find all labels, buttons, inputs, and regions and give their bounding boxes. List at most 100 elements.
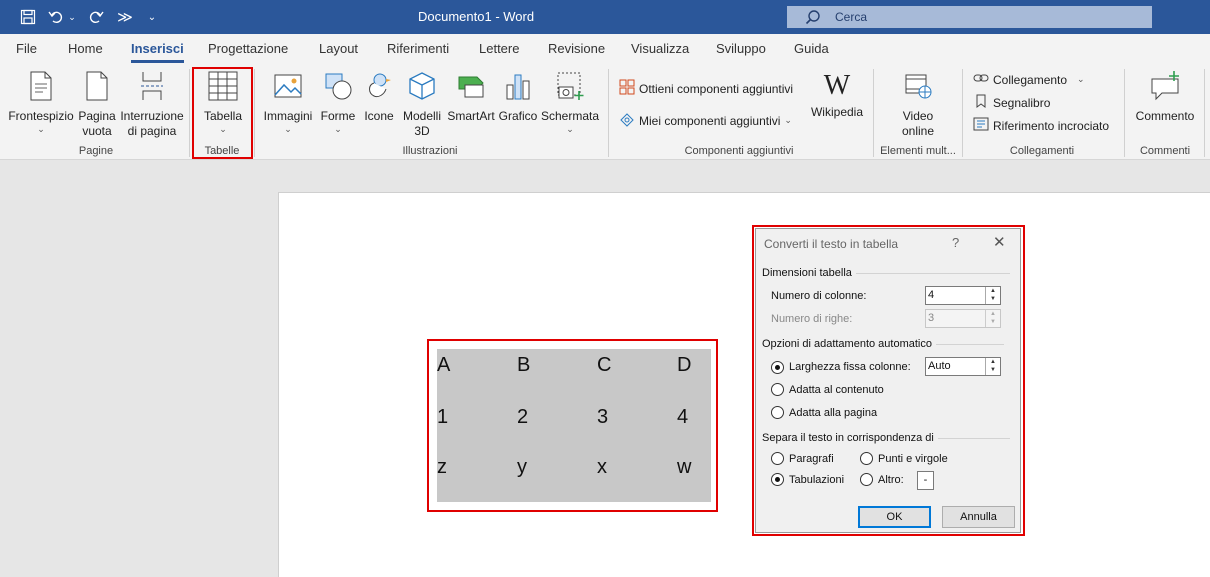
tab-home[interactable]: Home (68, 41, 103, 56)
riferimento-incrociato-button[interactable]: Riferimento incrociato (973, 117, 1109, 134)
ribbon-separator (1124, 69, 1125, 157)
undo-icon[interactable] (46, 7, 66, 27)
shapes-icon (318, 71, 358, 105)
grafico-button[interactable]: Grafico (497, 71, 539, 124)
frontespizio-button[interactable]: Frontespizio ⌄ (8, 71, 74, 134)
document-page[interactable] (278, 192, 1210, 577)
undo-dropdown-icon[interactable]: ⌄ (67, 7, 77, 27)
tab-lettere[interactable]: Lettere (479, 41, 519, 56)
miei-label: Miei componenti aggiuntivi (639, 113, 781, 128)
immagini-label: Immagini (263, 109, 313, 123)
dialog-highlight (752, 225, 1025, 536)
modelli-3d-button[interactable]: Modelli 3D (400, 71, 444, 139)
smartart-icon (446, 71, 496, 105)
group-label-pagine: Pagine (78, 145, 114, 157)
pagina-vuota-button[interactable]: Pagina vuota (78, 71, 116, 139)
collegamento-button[interactable]: Collegamento ⌄ (973, 71, 1085, 88)
modelli-label-2: 3D (414, 124, 430, 138)
ribbon-tabs: File Home Inserisci Progettazione Layout… (0, 34, 1210, 63)
wikipedia-icon: W (823, 70, 851, 101)
ottieni-label: Ottieni componenti aggiuntivi (639, 81, 794, 96)
save-icon[interactable] (18, 7, 38, 27)
screenshot-icon (541, 71, 599, 105)
bird-icon (360, 71, 398, 105)
video-label-2: online (901, 124, 935, 138)
ribbon-separator (608, 69, 609, 157)
tab-file[interactable]: File (16, 41, 37, 56)
blank-page-icon (78, 71, 116, 105)
video-online-button[interactable]: Video online (893, 71, 943, 139)
tabella-highlight (192, 67, 253, 159)
immagini-button[interactable]: Immagini ⌄ (260, 71, 316, 134)
ottieni-componenti-button[interactable]: Ottieni componenti aggiuntivi (619, 79, 793, 98)
schermata-button[interactable]: Schermata ⌄ (541, 71, 599, 134)
group-label-elementi: Elementi mult... (880, 145, 956, 157)
chart-icon (497, 71, 539, 105)
ribbon-separator (1204, 69, 1205, 157)
tab-riferimenti[interactable]: Riferimenti (387, 41, 449, 56)
segnalibro-label: Segnalibro (993, 95, 1051, 110)
icone-label: Icone (364, 109, 394, 123)
miei-componenti-button[interactable]: Miei componenti aggiuntivi ⌄ (619, 111, 792, 130)
search-placeholder: Cerca (835, 10, 868, 24)
chevron-down-icon: ⌄ (784, 115, 792, 125)
interruzione-pagina-button[interactable]: Interruzione di pagina (118, 71, 186, 139)
cross-reference-icon (973, 117, 989, 134)
modelli-label-1: Modelli (402, 109, 441, 123)
chevron-down-icon: ⌄ (1077, 74, 1085, 84)
interruzione-label-1: Interruzione (120, 109, 184, 123)
chevron-down-icon: ⌄ (566, 124, 574, 134)
collegamento-label: Collegamento (993, 72, 1068, 87)
document-title: Documento1 - Word (418, 9, 535, 24)
forme-label: Forme (320, 109, 356, 123)
tab-inserisci[interactable]: Inserisci (131, 41, 184, 63)
pagina-vuota-label-2: vuota (82, 124, 112, 138)
selection-highlight (427, 339, 718, 512)
cube-3d-icon (400, 71, 444, 105)
frontespizio-label: Frontespizio (8, 109, 74, 123)
comment-icon (1132, 71, 1198, 105)
tab-progettazione[interactable]: Progettazione (208, 41, 288, 56)
commento-button[interactable]: Commento (1132, 71, 1198, 124)
ribbon: Frontespizio ⌄ Pagina vuota Interruzione… (0, 63, 1210, 160)
chevron-down-icon: ⌄ (37, 124, 45, 134)
interruzione-label-2: di pagina (127, 124, 177, 138)
segnalibro-button[interactable]: Segnalibro (973, 94, 1050, 111)
schermata-label: Schermata (541, 109, 600, 123)
bookmark-icon (973, 94, 989, 111)
more-commands-icon[interactable]: ≫ (115, 7, 135, 27)
ribbon-separator (962, 69, 963, 157)
group-label-collegamenti: Collegamenti (1009, 145, 1075, 157)
pagina-vuota-label-1: Pagina (78, 109, 116, 123)
tab-guida[interactable]: Guida (794, 41, 829, 56)
customize-toolbar-icon[interactable]: ⌄ (146, 7, 158, 27)
tab-revisione[interactable]: Revisione (548, 41, 605, 56)
page-break-icon (118, 71, 186, 105)
video-label-1: Video (902, 109, 934, 123)
ribbon-separator (189, 69, 190, 157)
tab-visualizza[interactable]: Visualizza (631, 41, 689, 56)
group-label-commenti: Commenti (1139, 145, 1191, 157)
search-box[interactable]: Cerca (787, 6, 1152, 28)
redo-icon[interactable] (86, 7, 106, 27)
ribbon-separator (254, 69, 255, 157)
chevron-down-icon: ⌄ (334, 124, 342, 134)
tab-layout[interactable]: Layout (319, 41, 358, 56)
online-video-icon (893, 71, 943, 105)
tab-sviluppo[interactable]: Sviluppo (716, 41, 766, 56)
ribbon-separator (873, 69, 874, 157)
my-addins-icon (619, 111, 635, 130)
smartart-label: SmartArt (447, 109, 495, 123)
smartart-button[interactable]: SmartArt (446, 71, 496, 124)
search-icon (805, 6, 821, 35)
commento-label: Commento (1135, 109, 1195, 123)
forme-button[interactable]: Forme ⌄ (318, 71, 358, 134)
group-label-illustrazioni: Illustrazioni (402, 145, 458, 157)
icone-button[interactable]: Icone (360, 71, 398, 124)
grafico-label: Grafico (498, 109, 538, 123)
store-icon (619, 79, 635, 98)
riferimento-label: Riferimento incrociato (993, 118, 1110, 133)
chevron-down-icon: ⌄ (284, 124, 292, 134)
wikipedia-label: Wikipedia (810, 105, 864, 119)
wikipedia-button[interactable]: W Wikipedia (808, 71, 866, 120)
